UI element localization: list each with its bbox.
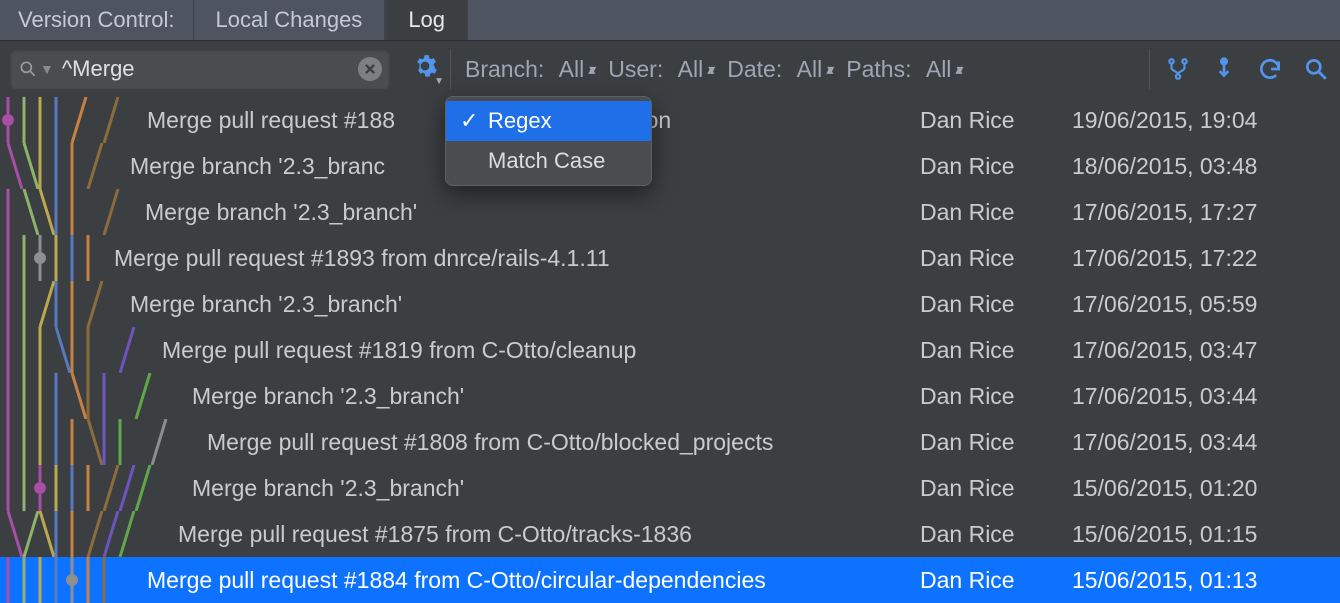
tool-window-header: Version Control: Local Changes Log [0, 0, 1340, 41]
filter-date-label: Date: [727, 56, 782, 83]
commit-row[interactable]: Merge pull request #1808 from C-Otto/blo… [0, 419, 1340, 465]
commit-row[interactable]: Merge pull request #1893 from dnrce/rail… [0, 235, 1340, 281]
filter-date-value: All [797, 56, 823, 83]
commit-author: Dan Rice [920, 521, 1072, 548]
filter-branch-value: All [559, 56, 585, 83]
commit-author: Dan Rice [920, 199, 1072, 226]
commit-date: 18/06/2015, 03:48 [1072, 153, 1330, 180]
search-input[interactable] [54, 56, 358, 82]
commit-graph-cell [0, 373, 215, 419]
commit-date: 17/06/2015, 17:27 [1072, 199, 1330, 226]
spinner-icon: ▴▾ [955, 64, 957, 74]
commit-author: Dan Rice [920, 153, 1072, 180]
commit-message: Merge branch '2.3_branch' [145, 199, 920, 226]
commit-graph-cell [0, 419, 215, 465]
commit-graph-cell [0, 143, 215, 189]
commit-row[interactable]: Merge branch '2.3_branch'Dan Rice17/06/2… [0, 373, 1340, 419]
commit-message: Merge pull request #1819 from C-Otto/cle… [162, 337, 920, 364]
filter-user-value: All [678, 56, 704, 83]
commit-author: Dan Rice [920, 245, 1072, 272]
commit-author: Dan Rice [920, 429, 1072, 456]
commit-author: Dan Rice [920, 383, 1072, 410]
check-icon: ✓ [460, 108, 488, 134]
commit-log[interactable]: Merge pull request #188 viconDan Rice19/… [0, 97, 1340, 603]
tool-window-title: Version Control: [0, 0, 193, 40]
commit-date: 15/06/2015, 01:20 [1072, 475, 1330, 502]
spinner-icon: ▴▾ [588, 64, 590, 74]
commit-row[interactable]: Merge branch '2.3_brancDan Rice18/06/201… [0, 143, 1340, 189]
commit-author: Dan Rice [920, 337, 1072, 364]
commit-message: Merge pull request #1808 from C-Otto/blo… [207, 429, 920, 456]
collapse-icon[interactable] [1210, 55, 1238, 83]
commit-row[interactable]: Merge pull request #1875 from C-Otto/tra… [0, 511, 1340, 557]
commit-row[interactable]: Merge branch '2.3_branch'Dan Rice17/06/2… [0, 281, 1340, 327]
commit-date: 17/06/2015, 17:22 [1072, 245, 1330, 272]
commit-graph-cell [0, 557, 215, 603]
commit-row[interactable]: Merge branch '2.3_branch'Dan Rice15/06/2… [0, 465, 1340, 511]
commit-date: 17/06/2015, 03:47 [1072, 337, 1330, 364]
filter-paths-value: All [926, 56, 952, 83]
commit-author: Dan Rice [920, 291, 1072, 318]
commit-graph-cell [0, 189, 215, 235]
filter-paths[interactable]: Paths: All ▴▾ [846, 56, 957, 83]
filter-user[interactable]: User: All ▴▾ [608, 56, 709, 83]
commit-author: Dan Rice [920, 107, 1072, 134]
commit-graph-cell [0, 97, 215, 143]
spinner-icon: ▴▾ [707, 64, 709, 74]
commit-author: Dan Rice [920, 567, 1072, 594]
search-icon[interactable] [18, 59, 38, 79]
commit-message: Merge pull request #1893 from dnrce/rail… [114, 245, 920, 272]
commit-graph-cell [0, 235, 215, 281]
commit-row[interactable]: Merge pull request #188 viconDan Rice19/… [0, 97, 1340, 143]
commit-message: Merge pull request #1884 from C-Otto/cir… [147, 567, 920, 594]
refresh-icon[interactable] [1256, 55, 1284, 83]
filter-user-label: User: [608, 56, 663, 83]
commit-graph-cell [0, 465, 215, 511]
filter-branch-label: Branch: [465, 56, 544, 83]
commit-message: Merge pull request #1875 from C-Otto/tra… [178, 521, 920, 548]
search-settings-popup: ✓ Regex Match Case [445, 96, 652, 186]
commit-row[interactable]: Merge pull request #1819 from C-Otto/cle… [0, 327, 1340, 373]
tab-local-changes[interactable]: Local Changes [193, 0, 386, 40]
search-settings-button[interactable]: ▼ [400, 49, 451, 89]
commit-date: 19/06/2015, 19:04 [1072, 107, 1330, 134]
clear-search-icon[interactable] [358, 57, 382, 81]
commit-row[interactable]: Merge pull request #1884 from C-Otto/cir… [0, 557, 1340, 603]
log-toolbar: ▼ ▼ Branch: All ▴▾ User: All ▴▾ Date: Al… [0, 41, 1340, 97]
menu-item-match-case-label: Match Case [488, 148, 605, 174]
commit-message: Merge branch '2.3_branch' [130, 291, 920, 318]
commit-row[interactable]: Merge branch '2.3_branch'Dan Rice17/06/2… [0, 189, 1340, 235]
spinner-icon: ▴▾ [826, 64, 828, 74]
commit-date: 17/06/2015, 03:44 [1072, 383, 1330, 410]
commit-message: Merge branch '2.3_branch' [192, 383, 920, 410]
go-to-icon[interactable] [1302, 55, 1330, 83]
menu-item-regex-label: Regex [488, 108, 552, 134]
menu-item-match-case[interactable]: Match Case [446, 141, 651, 181]
filter-date[interactable]: Date: All ▴▾ [727, 56, 828, 83]
intellisort-icon[interactable] [1164, 55, 1192, 83]
menu-item-regex[interactable]: ✓ Regex [446, 101, 651, 141]
tab-log[interactable]: Log [385, 0, 468, 40]
search-history-chevron-icon[interactable]: ▼ [40, 61, 54, 77]
commit-graph-cell [0, 511, 215, 557]
commit-message: Merge branch '2.3_branch' [192, 475, 920, 502]
commit-graph-cell [0, 281, 215, 327]
commit-date: 17/06/2015, 05:59 [1072, 291, 1330, 318]
filter-paths-label: Paths: [846, 56, 911, 83]
commit-date: 15/06/2015, 01:13 [1072, 567, 1330, 594]
toolbar-right-actions [1149, 49, 1330, 89]
commit-graph-cell [0, 327, 215, 373]
filter-branch[interactable]: Branch: All ▴▾ [465, 56, 590, 83]
commit-date: 15/06/2015, 01:15 [1072, 521, 1330, 548]
commit-date: 17/06/2015, 03:44 [1072, 429, 1330, 456]
commit-author: Dan Rice [920, 475, 1072, 502]
search-field-wrapper: ▼ [10, 49, 390, 89]
chevron-down-icon: ▼ [434, 76, 444, 87]
